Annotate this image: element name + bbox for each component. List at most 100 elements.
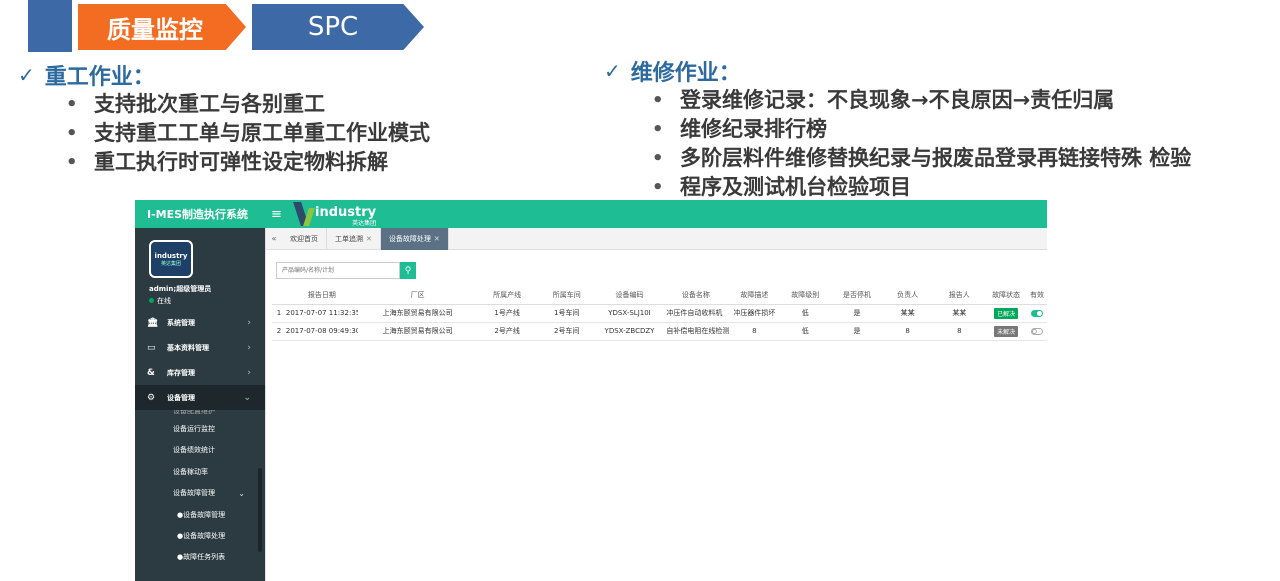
submenu2-item-fault-tasks[interactable]: ●故障任务列表	[135, 546, 265, 567]
tab-work-order-trace[interactable]: 工单追溯 ✕	[327, 227, 381, 250]
header-block	[28, 0, 72, 52]
col-header[interactable]: 所属产线	[477, 286, 537, 305]
col-header[interactable]: 故障状态	[986, 286, 1026, 305]
cell-no: 2	[272, 322, 286, 341]
list-item: 支持批次重工与各别重工	[64, 90, 578, 119]
col-header[interactable]: 故障描述	[729, 286, 780, 305]
cell-active	[1026, 304, 1047, 323]
rework-title: ✓ 重工作业：	[18, 60, 578, 90]
chevron-right-icon: ›	[247, 367, 251, 378]
submenu2-item-fault-manage[interactable]: ●设备故障管理	[135, 504, 265, 525]
cell-code: YDSX-SLJ10I	[596, 304, 663, 323]
submenu-item-label: 设备故障管理	[173, 489, 215, 498]
submenu-item-fault-mgmt[interactable]: 设备故障管理 ⌄	[135, 483, 265, 505]
col-header[interactable]: 所属车间	[536, 286, 597, 305]
status-badge: 已解决	[994, 307, 1019, 319]
fault-table: 报告日期 厂区 所属产线 所属车间 设备编码 设备名称 故障描述 故障级别 是否…	[272, 286, 1047, 341]
user-name: admin;超级管理员	[149, 285, 212, 293]
sidebar-item-basic-data[interactable]: ▭ 基本资料管理 ›	[135, 335, 265, 360]
cell-plant: 上海东颐贸易有限公司	[357, 304, 478, 323]
submenu-item-performance[interactable]: 设备绩效统计	[135, 440, 265, 462]
cell-stop: 是	[831, 304, 883, 323]
sidebar-item-inventory[interactable]: & 库存管理 ›	[135, 360, 265, 385]
list-item-continuation: 程序及测试机台检验项目	[650, 173, 1274, 202]
search-input[interactable]	[276, 262, 400, 279]
user-status: 在线	[149, 296, 171, 306]
cell-shop: 2号车间	[536, 322, 597, 341]
main-content: « 欢迎首页 工单追溯✕ 设备故障处理✕ ⚲ 报告日期 厂区 所属产线 所属车间	[265, 227, 1047, 581]
list-item: 多阶层料件维修替换纪录与报废品登录再链接特殊 检验	[650, 144, 1274, 173]
tab-quality-monitor[interactable]: 质量监控	[78, 4, 246, 50]
submenu-item-utilization[interactable]: 设备稼动率	[135, 461, 265, 483]
tab-fault-handling[interactable]: 设备故障处理 ✕	[380, 227, 449, 250]
table-row[interactable]: 2 2017-07-08 09:49:30 上海东颐贸易有限公司 2号产线 2号…	[272, 322, 1047, 341]
col-header[interactable]: 故障级别	[779, 286, 832, 305]
cell-owner: 某某	[882, 304, 933, 323]
col-header[interactable]: 有效	[1026, 286, 1047, 305]
close-icon[interactable]: ✕	[366, 235, 372, 243]
tab-label: 工单追溯	[335, 234, 363, 243]
col-header[interactable]: 报告日期	[285, 286, 358, 305]
user-status-text: 在线	[157, 297, 171, 305]
table-row[interactable]: 1 2017-07-07 11:32:35 上海东颐贸易有限公司 1号产线 1号…	[272, 304, 1047, 323]
sidebar-item-label: 系统管理	[167, 318, 195, 327]
cell-plant: 上海东颐贸易有限公司	[357, 322, 478, 341]
online-dot-icon	[149, 298, 154, 303]
tab-welcome[interactable]: 欢迎首页	[282, 227, 327, 250]
list-item: 登录维修记录：不良现象→不良原因→责任归属	[650, 86, 1274, 115]
col-header[interactable]: 厂区	[357, 286, 478, 305]
menu-toggle-icon[interactable]: ≡	[271, 207, 289, 222]
active-toggle[interactable]	[1031, 309, 1043, 317]
cell-date: 2017-07-08 09:49:30	[285, 322, 358, 341]
close-icon[interactable]: ✕	[434, 235, 440, 243]
logo-subtext: 英达集团	[352, 219, 377, 227]
app-topbar: I-MES制造执行系统 ≡ industry 英达集团	[135, 200, 1047, 228]
app-title: I-MES制造执行系统	[147, 208, 249, 221]
cell-active	[1026, 322, 1047, 341]
cell-reporter: 8	[932, 322, 987, 341]
cell-status: 已解决	[986, 304, 1026, 323]
repair-section: ✓ 维修作业： 登录维修记录：不良现象→不良原因→责任归属 维修纪录排行榜 多阶…	[604, 56, 1274, 202]
chevron-right-icon: ›	[247, 317, 251, 328]
rework-title-text: 重工作业：	[44, 65, 155, 90]
repair-title: ✓ 维修作业：	[604, 56, 1274, 86]
check-icon: ✓	[604, 59, 621, 83]
col-header[interactable]: 是否停机	[831, 286, 883, 305]
col-header[interactable]: 负责人	[882, 286, 933, 305]
submenu2-item-fault-handle[interactable]: ●设备故障处理	[135, 525, 265, 546]
check-icon: ✓	[18, 63, 35, 87]
sidebar-menu: 🏛 系统管理 › ▭ 基本资料管理 › & 库存管理 › ⚙ 设备管理 ⌄	[135, 310, 265, 410]
cell-shop: 1号车间	[536, 304, 597, 323]
cell-line: 2号产线	[477, 322, 537, 341]
cell-code: YDSX-ZBCDZY	[596, 322, 663, 341]
user-panel: industry 英达集团 admin;超级管理员 在线	[135, 228, 265, 310]
cell-desc: 冲压器件损坏	[729, 304, 780, 323]
submenu-item-run-monitor[interactable]: 设备运行监控	[135, 418, 265, 440]
cell-desc: 8	[729, 322, 780, 341]
rework-section: ✓ 重工作业： 支持批次重工与各别重工 支持重工工单与原工单重工作业模式 重工执…	[18, 60, 578, 177]
sidebar-item-equipment[interactable]: ⚙ 设备管理 ⌄	[135, 385, 265, 410]
col-header[interactable]: 设备名称	[662, 286, 730, 305]
link-icon: &	[147, 367, 155, 378]
tab-spc-label: SPC	[307, 12, 359, 42]
tab-scroll-left-icon[interactable]: «	[266, 234, 282, 243]
active-toggle[interactable]	[1031, 327, 1043, 335]
col-header[interactable]: 设备编码	[596, 286, 663, 305]
sidebar-scrollbar[interactable]	[258, 468, 262, 552]
submenu-item-cut[interactable]: 设备配置维护	[135, 410, 265, 418]
col-header[interactable]: 报告人	[932, 286, 987, 305]
cell-stop: 是	[831, 322, 883, 341]
list-item: 维修纪录排行榜	[650, 115, 1274, 144]
sidebar-item-label: 库存管理	[167, 368, 195, 377]
sidebar-item-system[interactable]: 🏛 系统管理 ›	[135, 310, 265, 335]
col-header	[272, 286, 286, 305]
cell-owner: 8	[882, 322, 933, 341]
repair-title-text: 维修作业：	[630, 61, 741, 86]
cell-line: 1号产线	[477, 304, 537, 323]
tab-quality-monitor-label: 质量监控	[107, 15, 203, 44]
cell-no: 1	[272, 304, 286, 323]
cell-name: 自补偿电阻在线检测	[662, 322, 730, 341]
search-button[interactable]: ⚲	[400, 262, 416, 279]
tab-label: 欢迎首页	[290, 234, 318, 243]
tab-spc[interactable]: SPC	[252, 4, 424, 50]
